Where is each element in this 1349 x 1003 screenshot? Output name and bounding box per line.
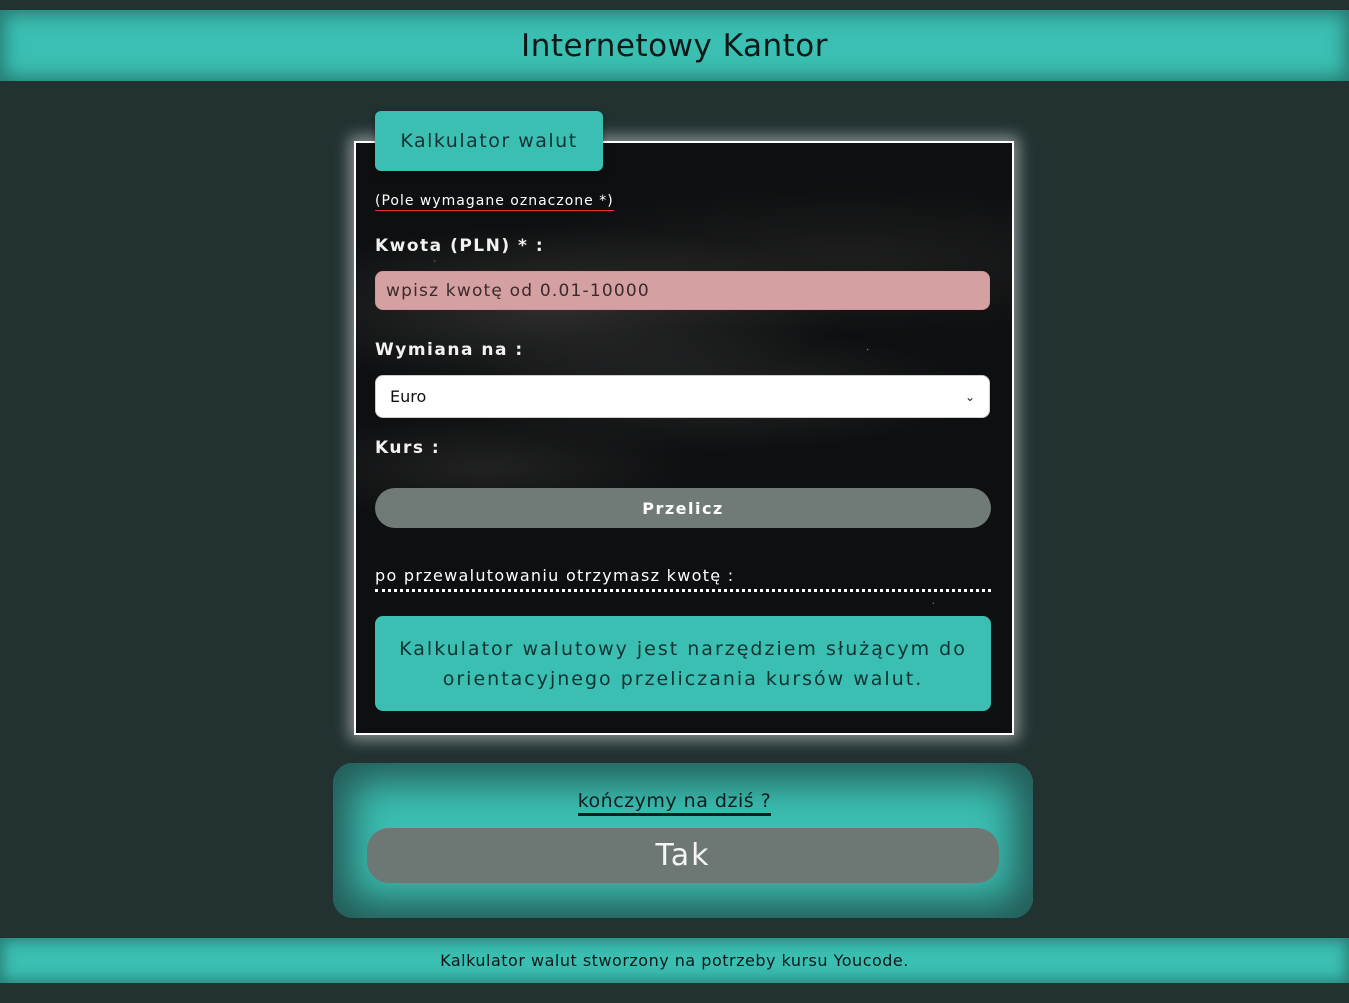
recalculate-button[interactable]: Przelicz <box>375 488 991 528</box>
yes-button[interactable]: Tak <box>367 828 999 883</box>
chevron-down-icon: ⌄ <box>964 389 975 404</box>
page-header: Internetowy Kantor <box>0 10 1349 81</box>
currency-label: Wymiana na : <box>375 340 524 360</box>
currency-select[interactable]: Euro ⌄ <box>375 375 990 418</box>
calculator-legend: Kalkulator walut <box>375 111 603 171</box>
result-label: po przewalutowaniu otrzymasz kwotę : <box>375 566 991 592</box>
page-footer: Kalkulator walut stworzony na potrzeby k… <box>0 938 1349 983</box>
currency-selected-value: Euro <box>390 387 427 406</box>
exit-question-text: kończymy na dziś ? <box>577 790 772 816</box>
exit-question: kończymy na dziś ? <box>0 790 1349 816</box>
info-box: Kalkulator walutowy jest narzędziem służ… <box>375 616 991 711</box>
amount-input[interactable] <box>375 271 990 310</box>
page-title: Internetowy Kantor <box>521 27 828 64</box>
required-fields-note: (Pole wymagane oznaczone *) <box>375 193 614 211</box>
rate-label: Kurs : <box>375 438 441 458</box>
amount-label: Kwota (PLN) * : <box>375 236 545 256</box>
